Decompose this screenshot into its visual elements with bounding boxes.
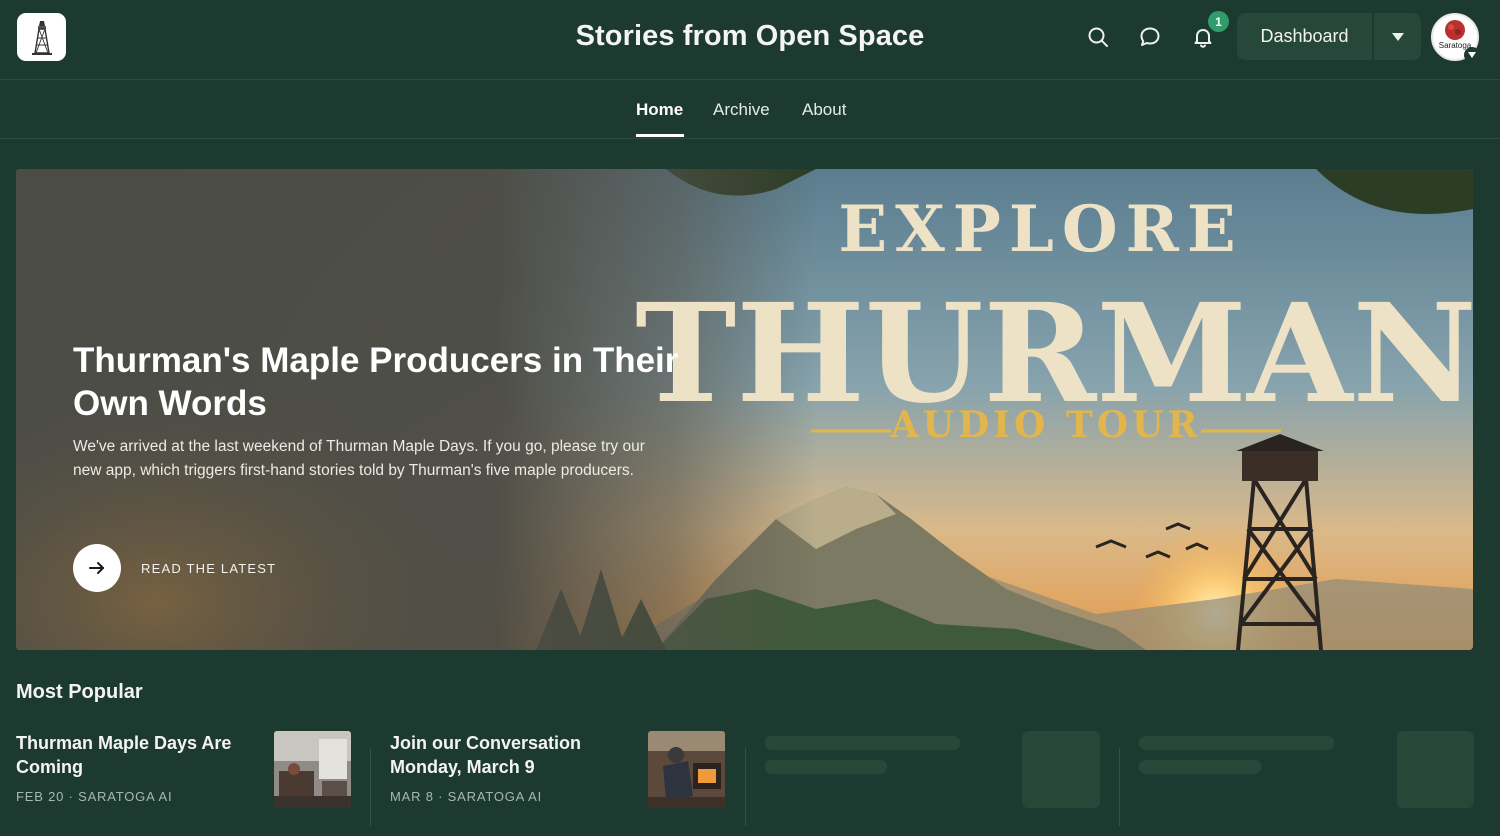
post-thumbnail[interactable] [274, 731, 351, 808]
loading-placeholder [1139, 760, 1261, 774]
loading-thumbnail-placeholder [1397, 731, 1474, 808]
nav-home[interactable]: Home [636, 100, 683, 120]
post-title[interactable]: Thurman Maple Days Are Coming [16, 731, 256, 779]
dashboard-menu-button[interactable] [1374, 13, 1421, 60]
avatar-caret-icon[interactable] [1464, 47, 1480, 63]
read-latest-label[interactable]: READ THE LATEST [141, 561, 276, 576]
arrow-right-icon[interactable] [73, 544, 121, 592]
popular-post[interactable]: Thurman Maple Days Are Coming FEB 20 · S… [16, 731, 351, 811]
loading-thumbnail-placeholder [1022, 731, 1100, 808]
divider [745, 748, 746, 826]
top-bar: Stories from Open Space 1 Dashboard Sara… [0, 0, 1500, 80]
primary-nav: Home Archive About [0, 81, 1500, 139]
divider [1119, 748, 1120, 826]
popular-post[interactable]: Join our Conversation Monday, March 9 MA… [390, 731, 725, 811]
notification-badge: 1 [1208, 11, 1229, 32]
loading-placeholder [765, 760, 887, 774]
divider [370, 748, 371, 826]
post-thumbnail[interactable] [648, 731, 725, 808]
post-title[interactable]: Join our Conversation Monday, March 9 [390, 731, 630, 779]
nav-about[interactable]: About [802, 100, 846, 120]
hero-title[interactable]: Thurman's Maple Producers in Their Own W… [73, 339, 693, 425]
post-meta: MAR 8 · SARATOGA AI [390, 789, 542, 804]
poster-line-explore: EXPLORE [838, 192, 1243, 267]
poster-line-audio-tour: AUDIO TOUR [890, 404, 1202, 446]
most-popular-heading: Most Popular [16, 681, 143, 703]
hero-description: We've arrived at the last weekend of Thu… [73, 438, 645, 479]
loading-placeholder [1139, 736, 1334, 750]
nav-archive[interactable]: Archive [713, 100, 770, 120]
search-icon[interactable] [1082, 21, 1114, 53]
hero-banner[interactable]: EXPLORE THURMAN AUDIO TOUR Thurman's Map… [16, 169, 1473, 650]
chat-icon[interactable] [1134, 21, 1166, 53]
nav-active-indicator [636, 134, 684, 137]
hero-text: Thurman's Maple Producers in Their Own W… [73, 339, 693, 483]
dashboard-button[interactable]: Dashboard [1237, 13, 1372, 60]
post-meta: FEB 20 · SARATOGA AI [16, 789, 173, 804]
loading-placeholder [765, 736, 960, 750]
caret-down-icon [1391, 32, 1404, 41]
read-latest-button[interactable]: READ THE LATEST [73, 544, 276, 592]
